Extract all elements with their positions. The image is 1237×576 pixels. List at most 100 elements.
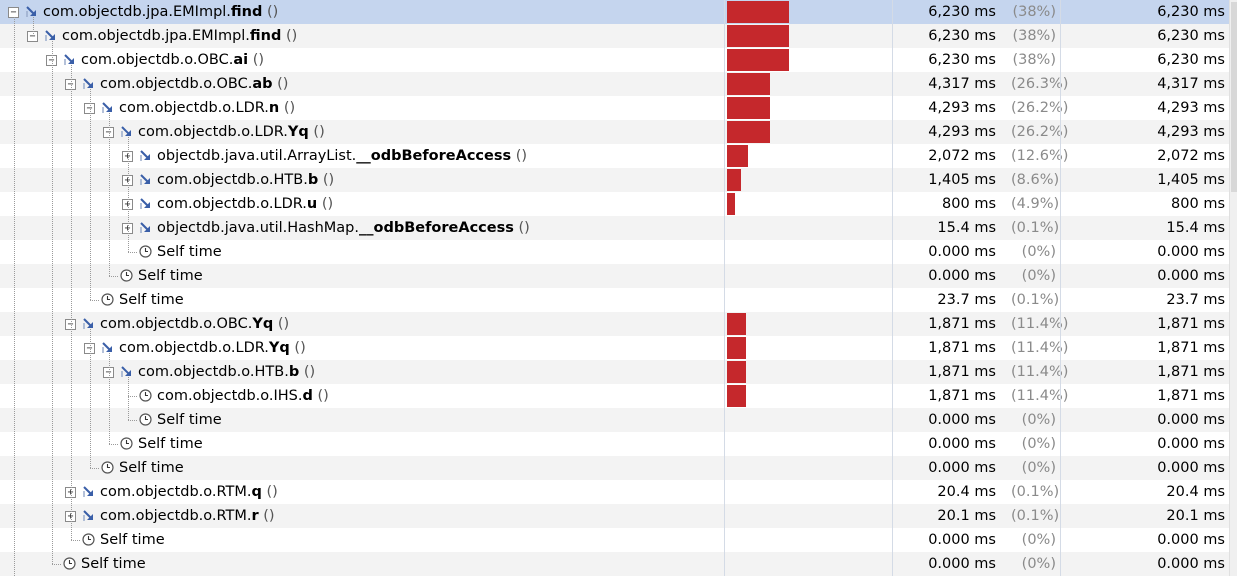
time-bar (727, 313, 746, 335)
self-time-value: 20.1 ms (1166, 508, 1225, 524)
table-row[interactable]: − com.objectdb.o.LDR.Yq () 1,871 ms (11.4%)… (0, 336, 1229, 360)
method-short-name: __odbBeforeAccess (358, 220, 514, 236)
clock-icon (139, 413, 152, 426)
table-row[interactable]: + objectdb.java.util.ArrayList.__odbBefor… (0, 144, 1229, 168)
class-name: com.objectdb.o.OBC. (100, 316, 253, 332)
total-time-percent: (8.6%) (1011, 172, 1060, 188)
table-row[interactable]: Self time 0.000 ms (0%) 0.000 ms (0, 408, 1229, 432)
tree-guide-line (33, 17, 34, 36)
method-call-icon (102, 342, 112, 353)
class-name: com.objectdb.o.RTM. (100, 484, 252, 500)
table-row[interactable]: − com.objectdb.o.OBC.Yq () 1,871 ms (11.4%)… (0, 312, 1229, 336)
class-name: Self time (119, 292, 184, 308)
method-args: () (513, 220, 530, 236)
table-row[interactable]: Self time 0.000 ms (0%) 0.000 ms (0, 240, 1229, 264)
column-divider-total-time (892, 0, 893, 576)
class-name: com.objectdb.o.HTB. (138, 364, 289, 380)
table-row[interactable]: Self time 0.000 ms (0%) 0.000 ms (0, 432, 1229, 456)
time-bar (727, 49, 789, 71)
table-row[interactable]: + com.objectdb.o.RTM.r () 20.1 ms (0.1%) 20.… (0, 504, 1229, 528)
clock-icon (139, 389, 152, 402)
method-args: () (312, 388, 329, 404)
time-bar (727, 145, 748, 167)
total-time-value: 0.000 ms (928, 460, 996, 476)
method-args: () (289, 340, 306, 356)
method-args: () (318, 172, 335, 188)
method-short-name: __odbBeforeAccess (356, 148, 512, 164)
clock-icon (101, 293, 114, 306)
self-time-value: 0.000 ms (1157, 556, 1225, 572)
node-label: Self time (81, 555, 146, 573)
time-bar (727, 169, 741, 191)
method-args: () (279, 100, 296, 116)
self-time-value: 0.000 ms (1157, 268, 1225, 284)
self-time-value: 0.000 ms (1157, 460, 1225, 476)
total-time-value: 6,230 ms (928, 28, 996, 44)
column-divider-time-bar (724, 0, 725, 576)
method-name: com.objectdb.o.LDR.u () (157, 195, 333, 213)
self-time-value: 0.000 ms (1157, 436, 1225, 452)
method-name: objectdb.java.util.HashMap.__odbBeforeAc… (157, 219, 530, 237)
total-time-value: 4,293 ms (928, 124, 996, 140)
vertical-scrollbar[interactable] (1229, 0, 1237, 576)
class-name: Self time (157, 244, 222, 260)
table-row[interactable]: − com.objectdb.jpa.EMImpl.find () 6,230 ms… (0, 24, 1229, 48)
total-time-value: 15.4 ms (937, 220, 996, 236)
method-short-name: ai (233, 52, 249, 68)
method-call-icon (83, 78, 93, 89)
table-row[interactable]: Self time 23.7 ms (0.1%) 23.7 ms (0, 288, 1229, 312)
table-row[interactable]: Self time 0.000 ms (0%) 0.000 ms (0, 456, 1229, 480)
method-call-icon (140, 174, 150, 185)
node-label: Self time (138, 435, 203, 453)
self-time-value: 6,230 ms (1157, 52, 1225, 68)
table-row[interactable]: − com.objectdb.o.OBC.ai () 6,230 ms (38%) 6,… (0, 48, 1229, 72)
class-name: com.objectdb.o.RTM. (100, 508, 252, 524)
table-row[interactable]: − com.objectdb.o.OBC.ab () 4,317 ms (26.3%)… (0, 72, 1229, 96)
clock-icon (63, 557, 76, 570)
method-call-icon (83, 486, 93, 497)
clock-icon (120, 269, 133, 282)
tree-guide-line (128, 377, 129, 420)
table-row[interactable]: Self time 0.000 ms (0%) 0.000 ms (0, 528, 1229, 552)
tree-connector (109, 444, 118, 445)
method-short-name: Yq (268, 340, 290, 356)
total-time-percent: (0%) (1021, 532, 1056, 548)
class-name: objectdb.java.util.ArrayList. (157, 148, 357, 164)
self-time-value: 1,871 ms (1157, 340, 1225, 356)
table-row[interactable]: + com.objectdb.o.LDR.u () 800 ms (4.9%) 800 … (0, 192, 1229, 216)
tree-connector (109, 276, 118, 277)
total-time-percent: (0%) (1021, 412, 1056, 428)
method-call-icon (121, 366, 131, 377)
table-row[interactable]: − com.objectdb.o.LDR.n () 4,293 ms (26.2%) 4… (0, 96, 1229, 120)
table-row[interactable]: − com.objectdb.jpa.EMImpl.find () 6,230 ms… (0, 0, 1229, 24)
table-row[interactable]: Self time 0.000 ms (0%) 0.000 ms (0, 552, 1229, 576)
method-short-name: Yq (252, 316, 274, 332)
tree-connector (128, 252, 137, 253)
table-row[interactable]: + com.objectdb.o.HTB.b () 1,405 ms (8.6%) 1,… (0, 168, 1229, 192)
method-short-name: ab (252, 76, 273, 92)
tree-guide-line (90, 329, 91, 468)
method-name: objectdb.java.util.ArrayList.__odbBefore… (157, 147, 527, 165)
total-time-value: 0.000 ms (928, 532, 996, 548)
total-time-value: 1,405 ms (928, 172, 996, 188)
time-bar (727, 193, 735, 215)
time-bar (727, 337, 746, 359)
method-args: () (273, 316, 290, 332)
self-time-value: 6,230 ms (1157, 28, 1225, 44)
scrollbar-thumb[interactable] (1231, 2, 1237, 192)
total-time-value: 0.000 ms (928, 556, 996, 572)
method-call-icon (83, 318, 93, 329)
self-time-value: 23.7 ms (1166, 292, 1225, 308)
table-row[interactable]: Self time 0.000 ms (0%) 0.000 ms (0, 264, 1229, 288)
table-row[interactable]: − com.objectdb.o.LDR.Yq () 4,293 ms (26.2%)… (0, 120, 1229, 144)
table-row[interactable]: − com.objectdb.o.HTB.b () 1,871 ms (11.4%) 1… (0, 360, 1229, 384)
class-name: com.objectdb.o.LDR. (138, 124, 288, 140)
method-call-icon (26, 6, 36, 17)
table-row[interactable]: + objectdb.java.util.HashMap.__odbBeforeA… (0, 216, 1229, 240)
class-name: com.objectdb.jpa.EMImpl. (43, 4, 231, 20)
table-row[interactable]: + com.objectdb.o.RTM.q () 20.4 ms (0.1%) 20.… (0, 480, 1229, 504)
total-time-percent: (4.9%) (1011, 196, 1060, 212)
method-args: () (281, 28, 298, 44)
table-row[interactable]: com.objectdb.o.IHS.d () 1,871 ms (11.4%) 1,… (0, 384, 1229, 408)
total-time-percent: (0%) (1021, 268, 1056, 284)
